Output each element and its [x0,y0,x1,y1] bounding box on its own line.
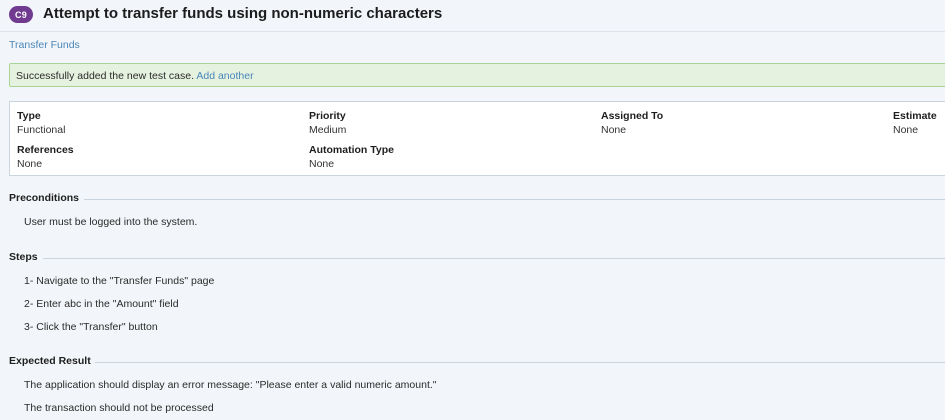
field-references: References None [17,144,74,170]
success-notice: Successfully added the new test case. Ad… [9,63,945,87]
field-type: Type Functional [17,110,65,136]
preconditions-section-header: Preconditions [9,192,945,206]
section-divider [43,258,945,259]
field-priority-label: Priority [309,110,346,122]
expected-result-line: The transaction should not be processed [24,402,214,414]
field-estimate: Estimate None [893,110,937,136]
field-automation-type-value: None [309,158,335,170]
success-text: Successfully added the new test case. Ad… [16,70,254,82]
step-line: 3- Click the "Transfer" button [24,321,158,333]
add-another-link[interactable]: Add another [196,70,253,82]
expected-result-section-header: Expected Result [9,355,945,369]
field-references-value: None [17,158,43,170]
field-type-value: Functional [17,124,66,136]
step-line: 1- Navigate to the "Transfer Funds" page [24,275,215,287]
page-header: C9 Attempt to transfer funds using non-n… [0,0,945,32]
field-priority: Priority Medium [309,110,346,136]
page-title: Attempt to transfer funds using non-nume… [43,5,443,22]
field-priority-value: Medium [309,124,347,136]
precondition-line: User must be logged into the system. [24,216,198,228]
field-assigned-to-label: Assigned To [601,110,664,122]
steps-section-header: Steps [9,251,945,265]
step-line: 2- Enter abc in the "Amount" field [24,298,179,310]
field-assigned-to: Assigned To None [601,110,663,136]
expected-result-line: The application should display an error … [24,379,437,391]
field-automation-type: Automation Type None [309,144,394,170]
success-message: Successfully added the new test case. [16,70,197,82]
case-id-badge: C9 [9,6,33,23]
field-references-label: References [17,144,74,156]
preconditions-title: Preconditions [9,192,88,204]
steps-title: Steps [9,251,46,263]
section-divider [84,199,945,200]
field-estimate-value: None [893,124,919,136]
field-type-label: Type [17,110,41,122]
section-divider [95,362,945,363]
expected-result-title: Expected Result [9,355,99,367]
case-details-box: Type Functional Priority Medium Assigned… [9,101,945,176]
field-assigned-to-value: None [601,124,627,136]
field-automation-type-label: Automation Type [309,144,394,156]
breadcrumb-transfer-funds[interactable]: Transfer Funds [9,39,80,51]
field-estimate-label: Estimate [893,110,937,122]
